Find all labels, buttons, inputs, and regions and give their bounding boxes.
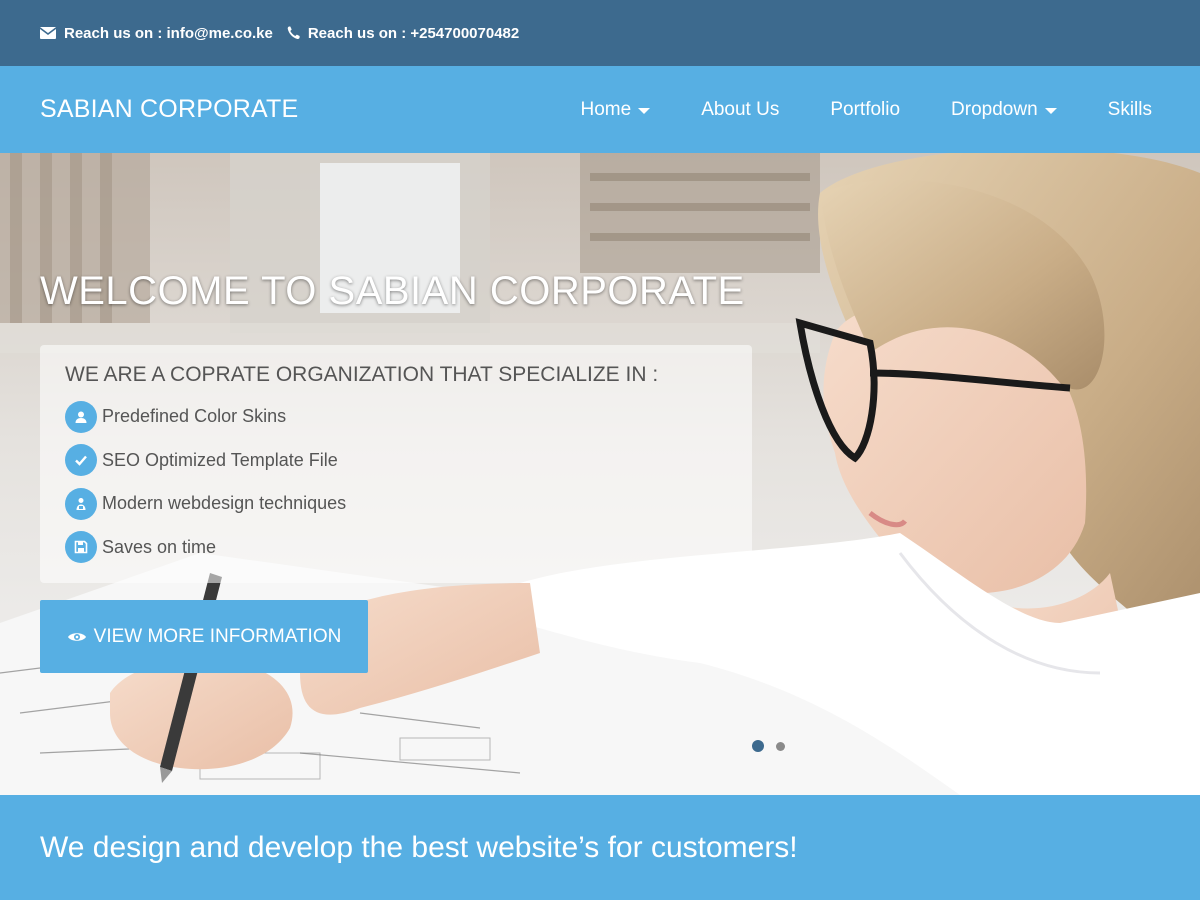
feature-item: SEO Optimized Template File xyxy=(65,439,752,483)
feature-item: Modern webdesign techniques xyxy=(65,482,752,526)
view-more-information-button[interactable]: VIEW MORE INFORMATION xyxy=(40,600,368,673)
feature-label: Modern webdesign techniques xyxy=(102,493,347,514)
cta-label: VIEW MORE INFORMATION xyxy=(93,625,342,647)
nav-item-label: About Us xyxy=(701,98,780,120)
tagline-text: We design and develop the best website’s… xyxy=(40,830,798,864)
caret-down-icon xyxy=(638,107,651,114)
slide-indicator-1[interactable] xyxy=(752,740,764,752)
nav-item-label: Home xyxy=(580,98,632,120)
slide-indicator-2[interactable] xyxy=(776,741,785,751)
phone-contact-label: Reach us on : +254700070482 xyxy=(307,24,520,42)
specialties-heading: WE ARE A COPRATE ORGANIZATION THAT SPECI… xyxy=(65,363,659,386)
envelope-icon xyxy=(40,27,56,39)
nav-item-dropdown[interactable]: Dropdown xyxy=(951,99,1057,121)
tagline-banner: We design and develop the best website’s… xyxy=(0,795,1200,900)
slider-indicators xyxy=(752,740,797,752)
feature-item: Predefined Color Skins xyxy=(65,395,752,439)
top-contact-bar: Reach us on : info@me.co.ke Reach us on … xyxy=(0,0,1200,66)
nav-item-portfolio[interactable]: Portfolio xyxy=(830,99,900,121)
floppy-disk-icon xyxy=(65,531,97,564)
feature-label: Predefined Color Skins xyxy=(102,406,287,427)
feature-item: Saves on time xyxy=(65,526,752,570)
email-contact-label: Reach us on : info@me.co.ke xyxy=(64,24,273,42)
main-navbar: SABIAN CORPORATE Home About Us Portfolio… xyxy=(0,66,1200,153)
specialties-panel: WE ARE A COPRATE ORGANIZATION THAT SPECI… xyxy=(40,345,752,583)
eye-icon xyxy=(67,632,86,641)
nav-item-home[interactable]: Home xyxy=(581,99,651,121)
hero-title: WELCOME TO SABIAN CORPORATE xyxy=(40,269,745,313)
email-contact[interactable]: Reach us on : info@me.co.ke xyxy=(40,25,273,42)
hero-slider: WELCOME TO SABIAN CORPORATE WE ARE A COP… xyxy=(0,153,1200,795)
nav-menu: Home About Us Portfolio Dropdown Skills xyxy=(530,99,1153,121)
nav-item-about-us[interactable]: About Us xyxy=(701,99,779,121)
feature-label: Saves on time xyxy=(102,536,217,557)
feature-label: SEO Optimized Template File xyxy=(102,449,338,470)
nav-item-label: Portfolio xyxy=(830,98,901,120)
nav-item-skills[interactable]: Skills xyxy=(1108,99,1152,121)
user-icon xyxy=(65,400,97,433)
users-icon xyxy=(65,487,97,520)
check-icon xyxy=(65,444,97,477)
nav-item-label: Skills xyxy=(1107,98,1152,120)
caret-down-icon xyxy=(1044,107,1057,114)
brand-logo[interactable]: SABIAN CORPORATE xyxy=(40,95,298,124)
phone-contact[interactable]: Reach us on : +254700070482 xyxy=(287,25,519,42)
nav-item-label: Dropdown xyxy=(951,98,1038,120)
phone-icon xyxy=(287,26,300,40)
